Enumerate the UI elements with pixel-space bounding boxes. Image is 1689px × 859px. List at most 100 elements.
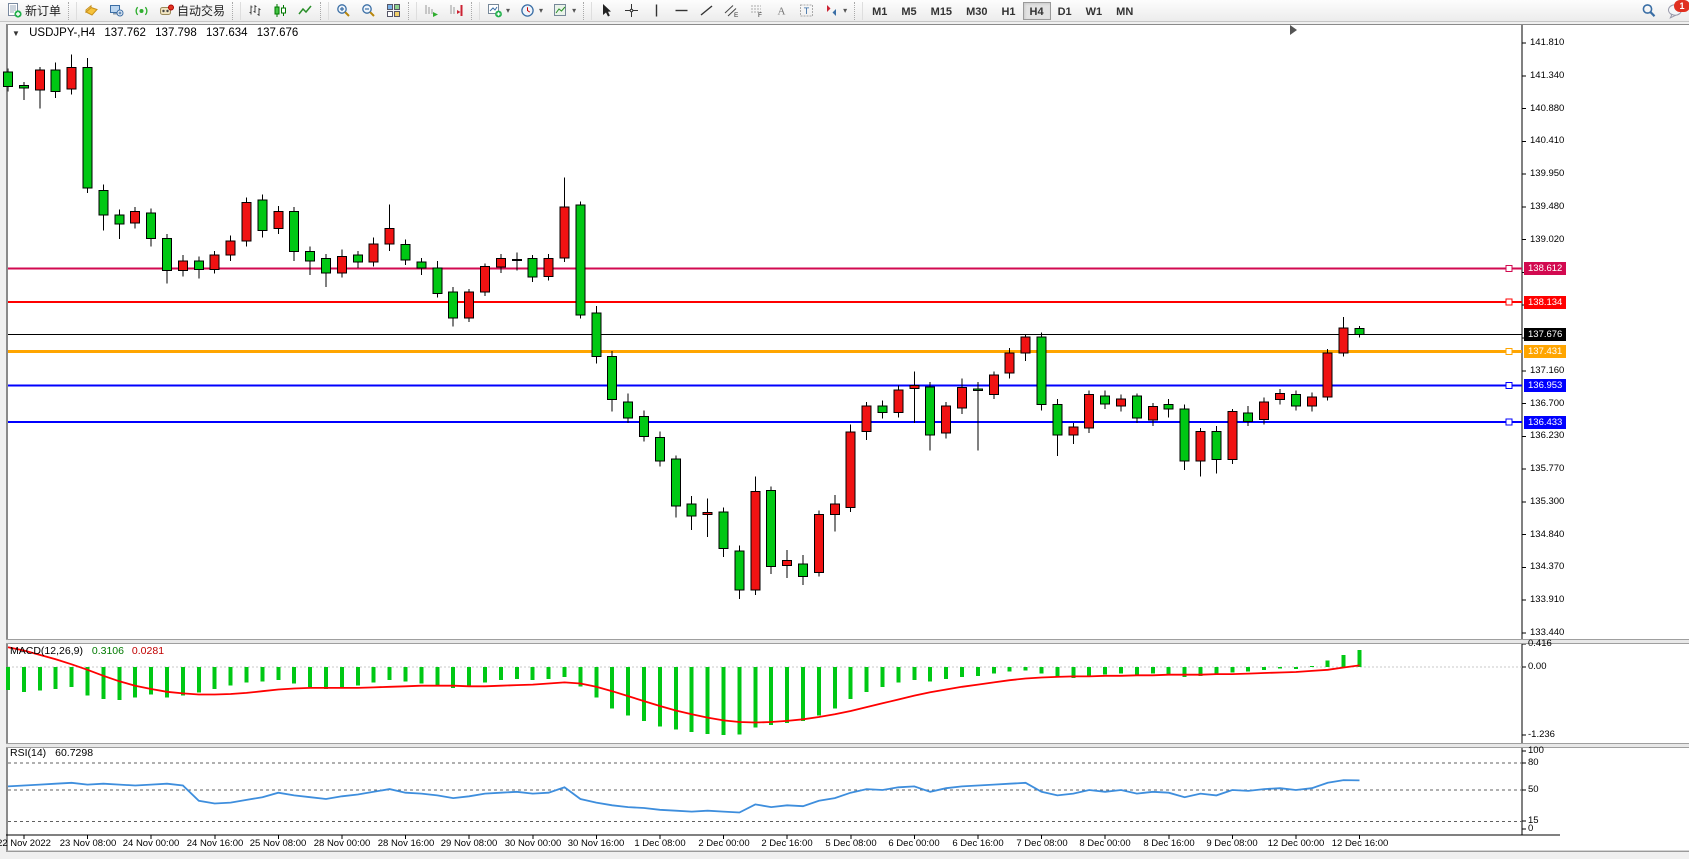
timeframe-button-w1[interactable]: W1	[1079, 2, 1110, 20]
candle	[926, 387, 935, 435]
candle	[799, 564, 808, 577]
price-tick-label: 136.700	[1530, 398, 1564, 409]
chart-shift-button[interactable]	[444, 1, 469, 20]
collapse-icon[interactable]: ▼	[12, 29, 20, 38]
cursor-icon	[599, 3, 614, 18]
tile-windows-button[interactable]	[381, 1, 406, 20]
toolbar-separator	[68, 2, 77, 20]
templates-button[interactable]: ▾	[548, 1, 581, 20]
macd-histogram-bar	[404, 667, 408, 681]
candle	[163, 238, 172, 270]
chart-shift-marker[interactable]	[1290, 25, 1297, 35]
candle	[290, 212, 299, 252]
equidistant-channel-button[interactable]: E	[719, 1, 744, 20]
macd-histogram-bar	[515, 667, 519, 679]
gold-wedge-icon-button[interactable]	[79, 1, 104, 20]
candle	[51, 70, 60, 92]
time-axis-label: 29 Nov 08:00	[441, 838, 498, 849]
timeframe-button-h4[interactable]: H4	[1023, 2, 1051, 20]
candle	[512, 259, 521, 260]
support-line-2-handle[interactable]	[1506, 419, 1512, 425]
timeframe-button-m1[interactable]: M1	[865, 2, 894, 20]
macd-histogram-bar	[1151, 667, 1155, 674]
macd-histogram-bar	[896, 667, 900, 682]
macd-histogram-bar	[38, 667, 42, 691]
timeframe-button-h1[interactable]: H1	[994, 2, 1022, 20]
orange-level-line-handle[interactable]	[1506, 349, 1512, 355]
panel-separator-macd[interactable]	[6, 639, 1689, 644]
price-line-tag: 136.953	[1524, 379, 1566, 392]
crosshair-button[interactable]	[619, 1, 644, 20]
notifications-button[interactable]: 1	[1662, 1, 1689, 20]
auto-trading-button[interactable]: 自动交易	[154, 1, 230, 20]
panel-separator-rsi[interactable]	[6, 743, 1689, 748]
new-order-button[interactable]: 新订单	[2, 1, 66, 20]
time-axis-label: 25 Nov 08:00	[250, 838, 307, 849]
macd-histogram-bar	[992, 667, 996, 674]
candle	[560, 207, 569, 258]
time-axis-label: 30 Nov 16:00	[568, 838, 625, 849]
vertical-line-button[interactable]	[644, 1, 669, 20]
crosshair-icon	[624, 3, 639, 18]
newchart-icon	[487, 3, 502, 18]
horizontal-line-button[interactable]	[669, 1, 694, 20]
candle	[226, 241, 235, 255]
line-chart-button[interactable]	[293, 1, 318, 20]
candle	[194, 261, 203, 270]
fibonacci-button[interactable]: F	[744, 1, 769, 20]
rsi-value: 60.7298	[55, 747, 93, 759]
support-line-1-handle[interactable]	[1506, 382, 1512, 388]
candlestick-chart-button[interactable]	[268, 1, 293, 20]
candle	[99, 190, 108, 215]
arrows-button[interactable]: ▾	[819, 1, 852, 20]
new-chart-button[interactable]: ▾	[482, 1, 515, 20]
signals-icon-button[interactable]	[129, 1, 154, 20]
period-menu-button[interactable]: ▾	[515, 1, 548, 20]
macd-histogram-bar	[101, 667, 105, 699]
candle	[353, 255, 362, 262]
toolbar-separator	[320, 2, 329, 20]
macd-histogram-bar	[1167, 667, 1171, 675]
timeframe-button-d1[interactable]: D1	[1051, 2, 1079, 20]
time-axis-label: 28 Nov 00:00	[314, 838, 371, 849]
zoom-out-button[interactable]	[356, 1, 381, 20]
time-axis-label: 8 Dec 00:00	[1079, 838, 1130, 849]
rsi-tick-label: 80	[1528, 757, 1539, 768]
macd-histogram-bar	[260, 667, 264, 681]
macd-histogram-bar	[499, 667, 503, 680]
zoom-in-button[interactable]	[331, 1, 356, 20]
auto-scroll-button[interactable]	[419, 1, 444, 20]
candle	[576, 205, 585, 315]
resistance-line-2-handle[interactable]	[1506, 299, 1512, 305]
price-tick-label: 136.230	[1530, 430, 1564, 441]
time-axis-label: 7 Dec 08:00	[1016, 838, 1067, 849]
timeframe-button-m5[interactable]: M5	[894, 2, 923, 20]
time-axis-label: 5 Dec 08:00	[825, 838, 876, 849]
timeframe-button-m15[interactable]: M15	[924, 2, 959, 20]
terminal-icon-button[interactable]	[104, 1, 129, 20]
cursor-button[interactable]	[594, 1, 619, 20]
search-button[interactable]	[1636, 1, 1662, 20]
chevron-down-icon: ▾	[539, 6, 543, 15]
text-button[interactable]: A	[769, 1, 794, 20]
trendline-button[interactable]	[694, 1, 719, 20]
macd-histogram-bar	[1358, 650, 1362, 667]
timeframe-button-mn[interactable]: MN	[1109, 2, 1140, 20]
resistance-line-1-handle[interactable]	[1506, 265, 1512, 271]
candle	[1339, 328, 1348, 353]
rsi-tick-label: 100	[1528, 745, 1544, 756]
bar-chart-button[interactable]	[243, 1, 268, 20]
text-label-button[interactable]: T	[794, 1, 819, 20]
chart-canvas[interactable]	[0, 0, 1689, 859]
macd-histogram-bar	[817, 667, 821, 715]
macd-histogram-bar	[1294, 667, 1298, 669]
macd-histogram-bar	[483, 667, 487, 682]
macd-histogram-bar	[1024, 667, 1028, 670]
robot-icon	[159, 3, 174, 18]
time-axis-label: 8 Dec 16:00	[1143, 838, 1194, 849]
candle	[1260, 402, 1269, 420]
toolbar: 新订单自动交易▾▾▾EFAT▾M1M5M15M30H1H4D1W1MN1	[0, 0, 1689, 22]
price-line-tag: 138.612	[1524, 262, 1566, 275]
candle	[210, 255, 219, 269]
timeframe-button-m30[interactable]: M30	[959, 2, 994, 20]
